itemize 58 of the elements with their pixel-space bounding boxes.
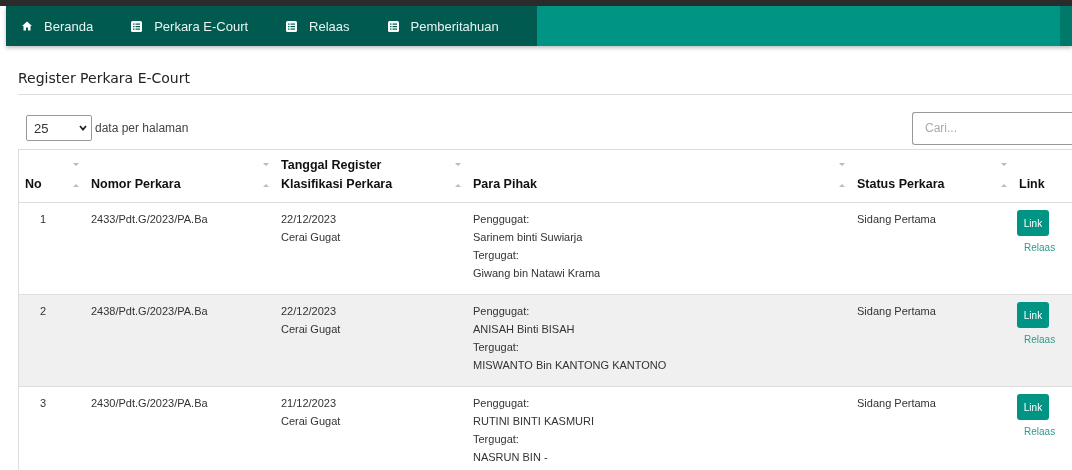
case-number: 2430/Pdt.G/2023/PA.Ba [91,396,208,411]
nav-item[interactable]: Pemberitahuan [387,18,519,34]
row-number: 2 [39,304,47,319]
register-date: 22/12/2023 [281,212,337,227]
page-size-label: data per halaman [95,121,189,135]
column-header: Tanggal Register Klasifikasi Perkara [281,157,393,193]
home-icon [22,21,32,31]
party-name: Giwang bin Natawi Krama [473,266,601,281]
list-icon [387,20,399,32]
party-role: Tergugat: [473,248,519,263]
register-date: 22/12/2023 [281,304,337,319]
sort-icon[interactable] [263,162,269,188]
column-header: No [25,176,42,193]
case-status: Sidang Pertama [857,304,936,319]
case-classification: Cerai Gugat [281,230,341,245]
party-role: Penggugat: [473,396,530,411]
column-header: Status Perkara [857,176,945,193]
party-name: NASRUN BIN - [473,450,548,465]
nav-item[interactable]: Perkara E-Court [131,18,269,34]
sort-icon[interactable] [73,162,79,188]
link-button[interactable]: Link [1017,394,1049,420]
page-title: Register Perkara E-Court [18,70,1072,95]
register-date: 21/12/2023 [281,396,337,411]
party-role: Tergugat: [473,340,519,355]
case-status: Sidang Pertama [857,212,936,227]
sort-icon[interactable] [839,162,845,188]
party-role: Penggugat: [473,304,530,319]
nav-item[interactable]: Relaas [286,18,370,34]
case-number: 2438/Pdt.G/2023/PA.Ba [91,304,208,319]
nav-item[interactable]: Beranda [22,18,114,34]
relaas-link[interactable]: Relaas [1024,426,1056,437]
party-name: Sarinem binti Suwiarja [473,230,583,245]
list-icon [131,20,143,32]
party-role: Tergugat: [473,432,519,447]
party-name: ANISAH Binti BISAH [473,322,575,337]
case-number: 2433/Pdt.G/2023/PA.Ba [91,212,208,227]
column-header: Link [1019,176,1045,193]
column-header: Para Pihak [473,176,537,193]
list-icon [286,20,298,32]
party-name: MISWANTO Bin KANTONG KANTONO [473,358,667,373]
sort-icon[interactable] [1001,162,1007,188]
party-name: RUTINI BINTI KASMURI [473,414,594,429]
case-classification: Cerai Gugat [281,414,341,429]
row-number: 3 [39,396,47,411]
chevron-icon [79,125,87,131]
page-size-select[interactable]: 25 [26,115,92,141]
sort-icon[interactable] [455,162,461,188]
column-header: Nomor Perkara [91,176,181,193]
relaas-link[interactable]: Relaas [1024,242,1056,253]
case-classification: Cerai Gugat [281,322,341,337]
nav-end-panel [1060,6,1072,46]
search-field[interactable]: Cari... [912,111,1072,145]
case-status: Sidang Pertama [857,396,936,411]
link-button[interactable]: Link [1017,302,1049,328]
relaas-link[interactable]: Relaas [1024,334,1056,345]
link-button[interactable]: Link [1017,210,1049,236]
party-role: Penggugat: [473,212,530,227]
row-number: 1 [39,212,47,227]
